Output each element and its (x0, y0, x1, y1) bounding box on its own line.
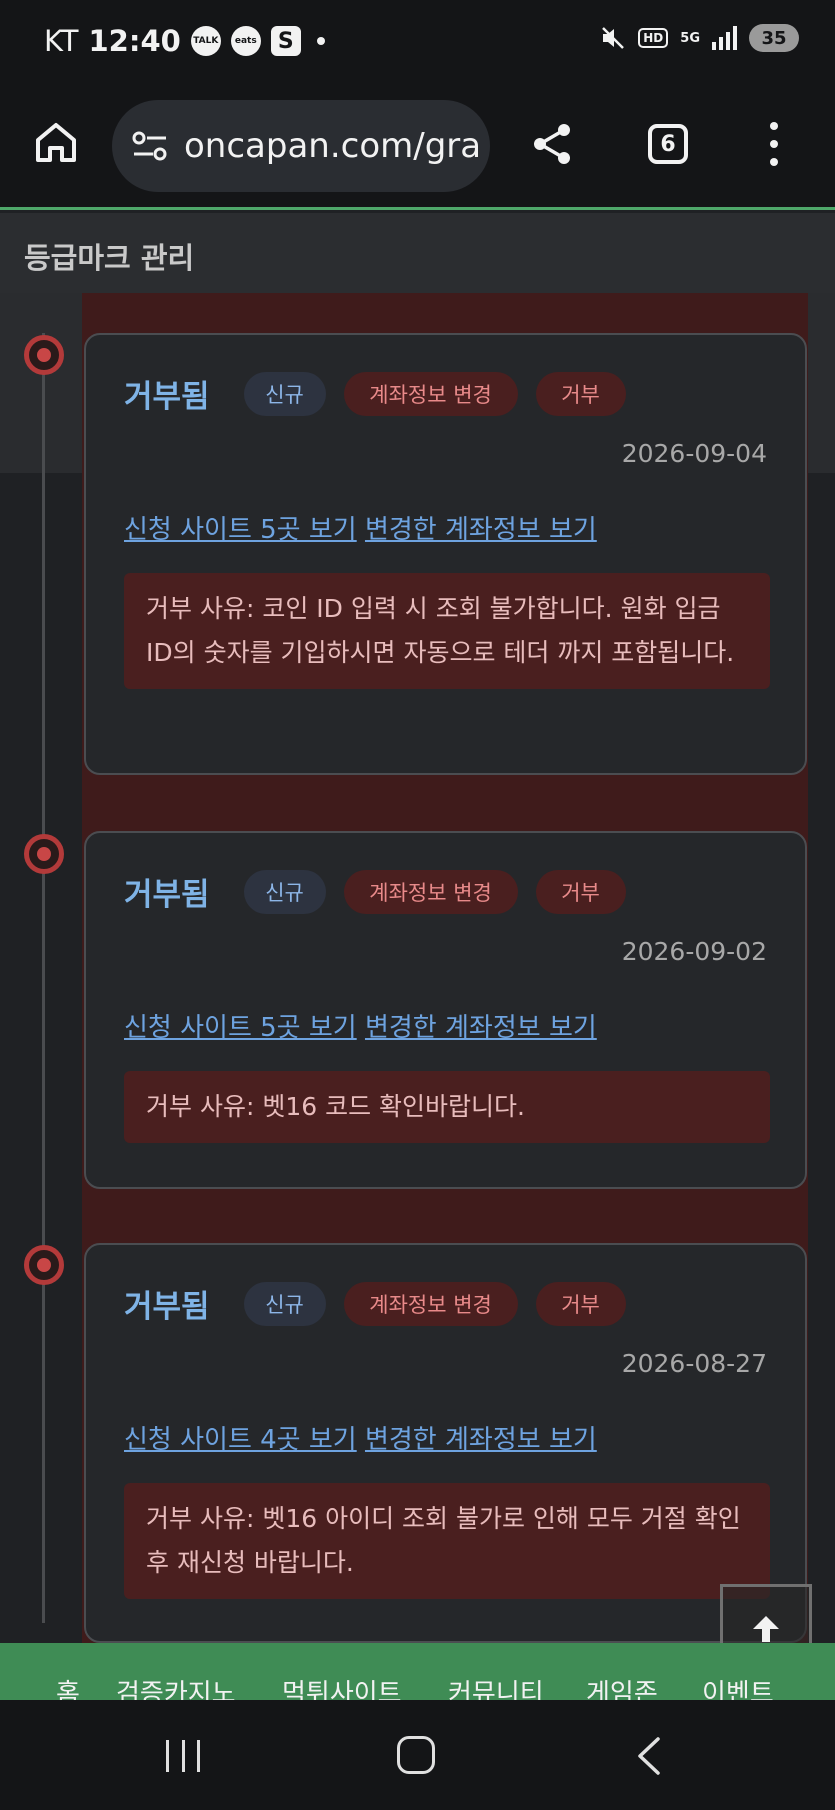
nav-item-community[interactable]: 커뮤니티 (448, 1673, 586, 1700)
battery-icon: 35 (749, 24, 799, 52)
badge-new: 신규 (243, 869, 326, 914)
badge-account-change: 계좌정보 변경 (343, 1281, 518, 1326)
card-status: 거부됨 (124, 379, 210, 415)
network-5g-icon: 5G (680, 30, 700, 46)
s-app-icon: S (270, 26, 301, 56)
reject-reason: 거부 사유: 벳16 아이디 조회 불가로 인해 모두 거절 확인 후 재신청 … (124, 1483, 770, 1599)
home-icon[interactable] (34, 120, 78, 164)
badge-rejected: 거부 (535, 869, 626, 914)
badge-account-change: 계좌정보 변경 (343, 869, 518, 914)
kakaotalk-icon: TALK (190, 26, 221, 56)
signal-icon (712, 26, 737, 50)
arrow-up-icon (753, 1616, 779, 1642)
nav-item-verified-casino[interactable]: 검증카지노 (116, 1673, 282, 1700)
card-header: 거부됨 신규 계좌정보 변경 거부 (124, 371, 644, 416)
status-left: KT 12:40 TALK eats S (44, 24, 325, 58)
timeline-dot-icon (24, 335, 64, 375)
badge-rejected: 거부 (535, 371, 626, 416)
clock: 12:40 (88, 24, 181, 58)
system-nav-bar (0, 1700, 835, 1810)
site-nav-items: 홈 검증카지노 먹튀사이트 커뮤니티 게임존 이벤트 (56, 1673, 802, 1700)
more-menu-icon[interactable] (766, 122, 782, 166)
view-account-link[interactable]: 변경한 계좌정보 보기 (365, 515, 597, 545)
mute-icon (602, 27, 625, 49)
history-card: 거부됨 신규 계좌정보 변경 거부 2026-09-02 신청 사이트 5곳 보… (84, 831, 807, 1189)
share-icon[interactable] (530, 122, 574, 166)
nav-item-home[interactable]: 홈 (56, 1673, 116, 1700)
tab-switcher-button[interactable]: 6 (648, 124, 688, 164)
timeline-dot-icon (24, 834, 64, 874)
view-sites-link[interactable]: 신청 사이트 5곳 보기 (124, 1013, 357, 1043)
timeline-line (42, 333, 45, 1623)
card-links: 신청 사이트 4곳 보기 변경한 계좌정보 보기 (124, 1419, 597, 1456)
history-card: 거부됨 신규 계좌정보 변경 거부 2026-09-04 신청 사이트 5곳 보… (84, 333, 807, 775)
site-bottom-nav: 홈 검증카지노 먹튀사이트 커뮤니티 게임존 이벤트 (0, 1643, 835, 1700)
nav-item-events[interactable]: 이벤트 (702, 1673, 802, 1700)
nav-item-game-zone[interactable]: 게임존 (586, 1673, 702, 1700)
url-text[interactable]: oncapan.com/gra (184, 126, 481, 166)
status-bar: KT 12:40 TALK eats S HD 5G 35 (0, 0, 835, 86)
browser-toolbar: oncapan.com/gra 6 (0, 86, 835, 210)
card-date: 2026-09-02 (621, 937, 767, 966)
badge-new: 신규 (243, 1281, 326, 1326)
card-status: 거부됨 (124, 1289, 210, 1325)
address-bar[interactable]: oncapan.com/gra (112, 100, 490, 192)
timeline-dot-icon (24, 1245, 64, 1285)
badge-account-change: 계좌정보 변경 (343, 371, 518, 416)
view-sites-link[interactable]: 신청 사이트 4곳 보기 (124, 1425, 357, 1455)
card-links: 신청 사이트 5곳 보기 변경한 계좌정보 보기 (124, 1007, 597, 1044)
card-date: 2026-08-27 (621, 1349, 767, 1378)
back-icon[interactable] (634, 1736, 664, 1776)
view-account-link[interactable]: 변경한 계좌정보 보기 (365, 1425, 597, 1455)
card-status: 거부됨 (124, 877, 210, 913)
site-settings-icon[interactable] (132, 130, 168, 162)
coupang-eats-icon: eats (230, 26, 261, 56)
page-title: 등급마크 관리 (24, 241, 195, 275)
card-date: 2026-09-04 (621, 439, 767, 468)
badge-new: 신규 (243, 371, 326, 416)
carrier-label: KT (44, 24, 79, 58)
view-sites-link[interactable]: 신청 사이트 5곳 보기 (124, 515, 357, 545)
status-right: HD 5G 35 (600, 24, 799, 52)
page-header: 등급마크 관리 (0, 213, 835, 293)
badge-rejected: 거부 (535, 1281, 626, 1326)
card-links: 신청 사이트 5곳 보기 변경한 계좌정보 보기 (124, 509, 597, 546)
hd-voice-icon: HD (638, 28, 669, 48)
reject-reason: 거부 사유: 벳16 코드 확인바랍니다. (124, 1071, 770, 1143)
reject-reason: 거부 사유: 코인 ID 입력 시 조회 불가합니다. 원화 입금 ID의 숫자… (124, 573, 770, 689)
recent-apps-icon[interactable] (166, 1740, 200, 1772)
grade-mark-history: 거부됨 신규 계좌정보 변경 거부 2026-09-04 신청 사이트 5곳 보… (0, 293, 835, 1643)
system-home-icon[interactable] (397, 1736, 435, 1774)
card-header: 거부됨 신규 계좌정보 변경 거부 (124, 1281, 644, 1326)
view-account-link[interactable]: 변경한 계좌정보 보기 (365, 1013, 597, 1043)
nav-item-scam-sites[interactable]: 먹튀사이트 (282, 1673, 448, 1700)
history-card: 거부됨 신규 계좌정보 변경 거부 2026-08-27 신청 사이트 4곳 보… (84, 1243, 807, 1643)
card-header: 거부됨 신규 계좌정보 변경 거부 (124, 869, 644, 914)
notification-dot-icon (316, 37, 325, 45)
